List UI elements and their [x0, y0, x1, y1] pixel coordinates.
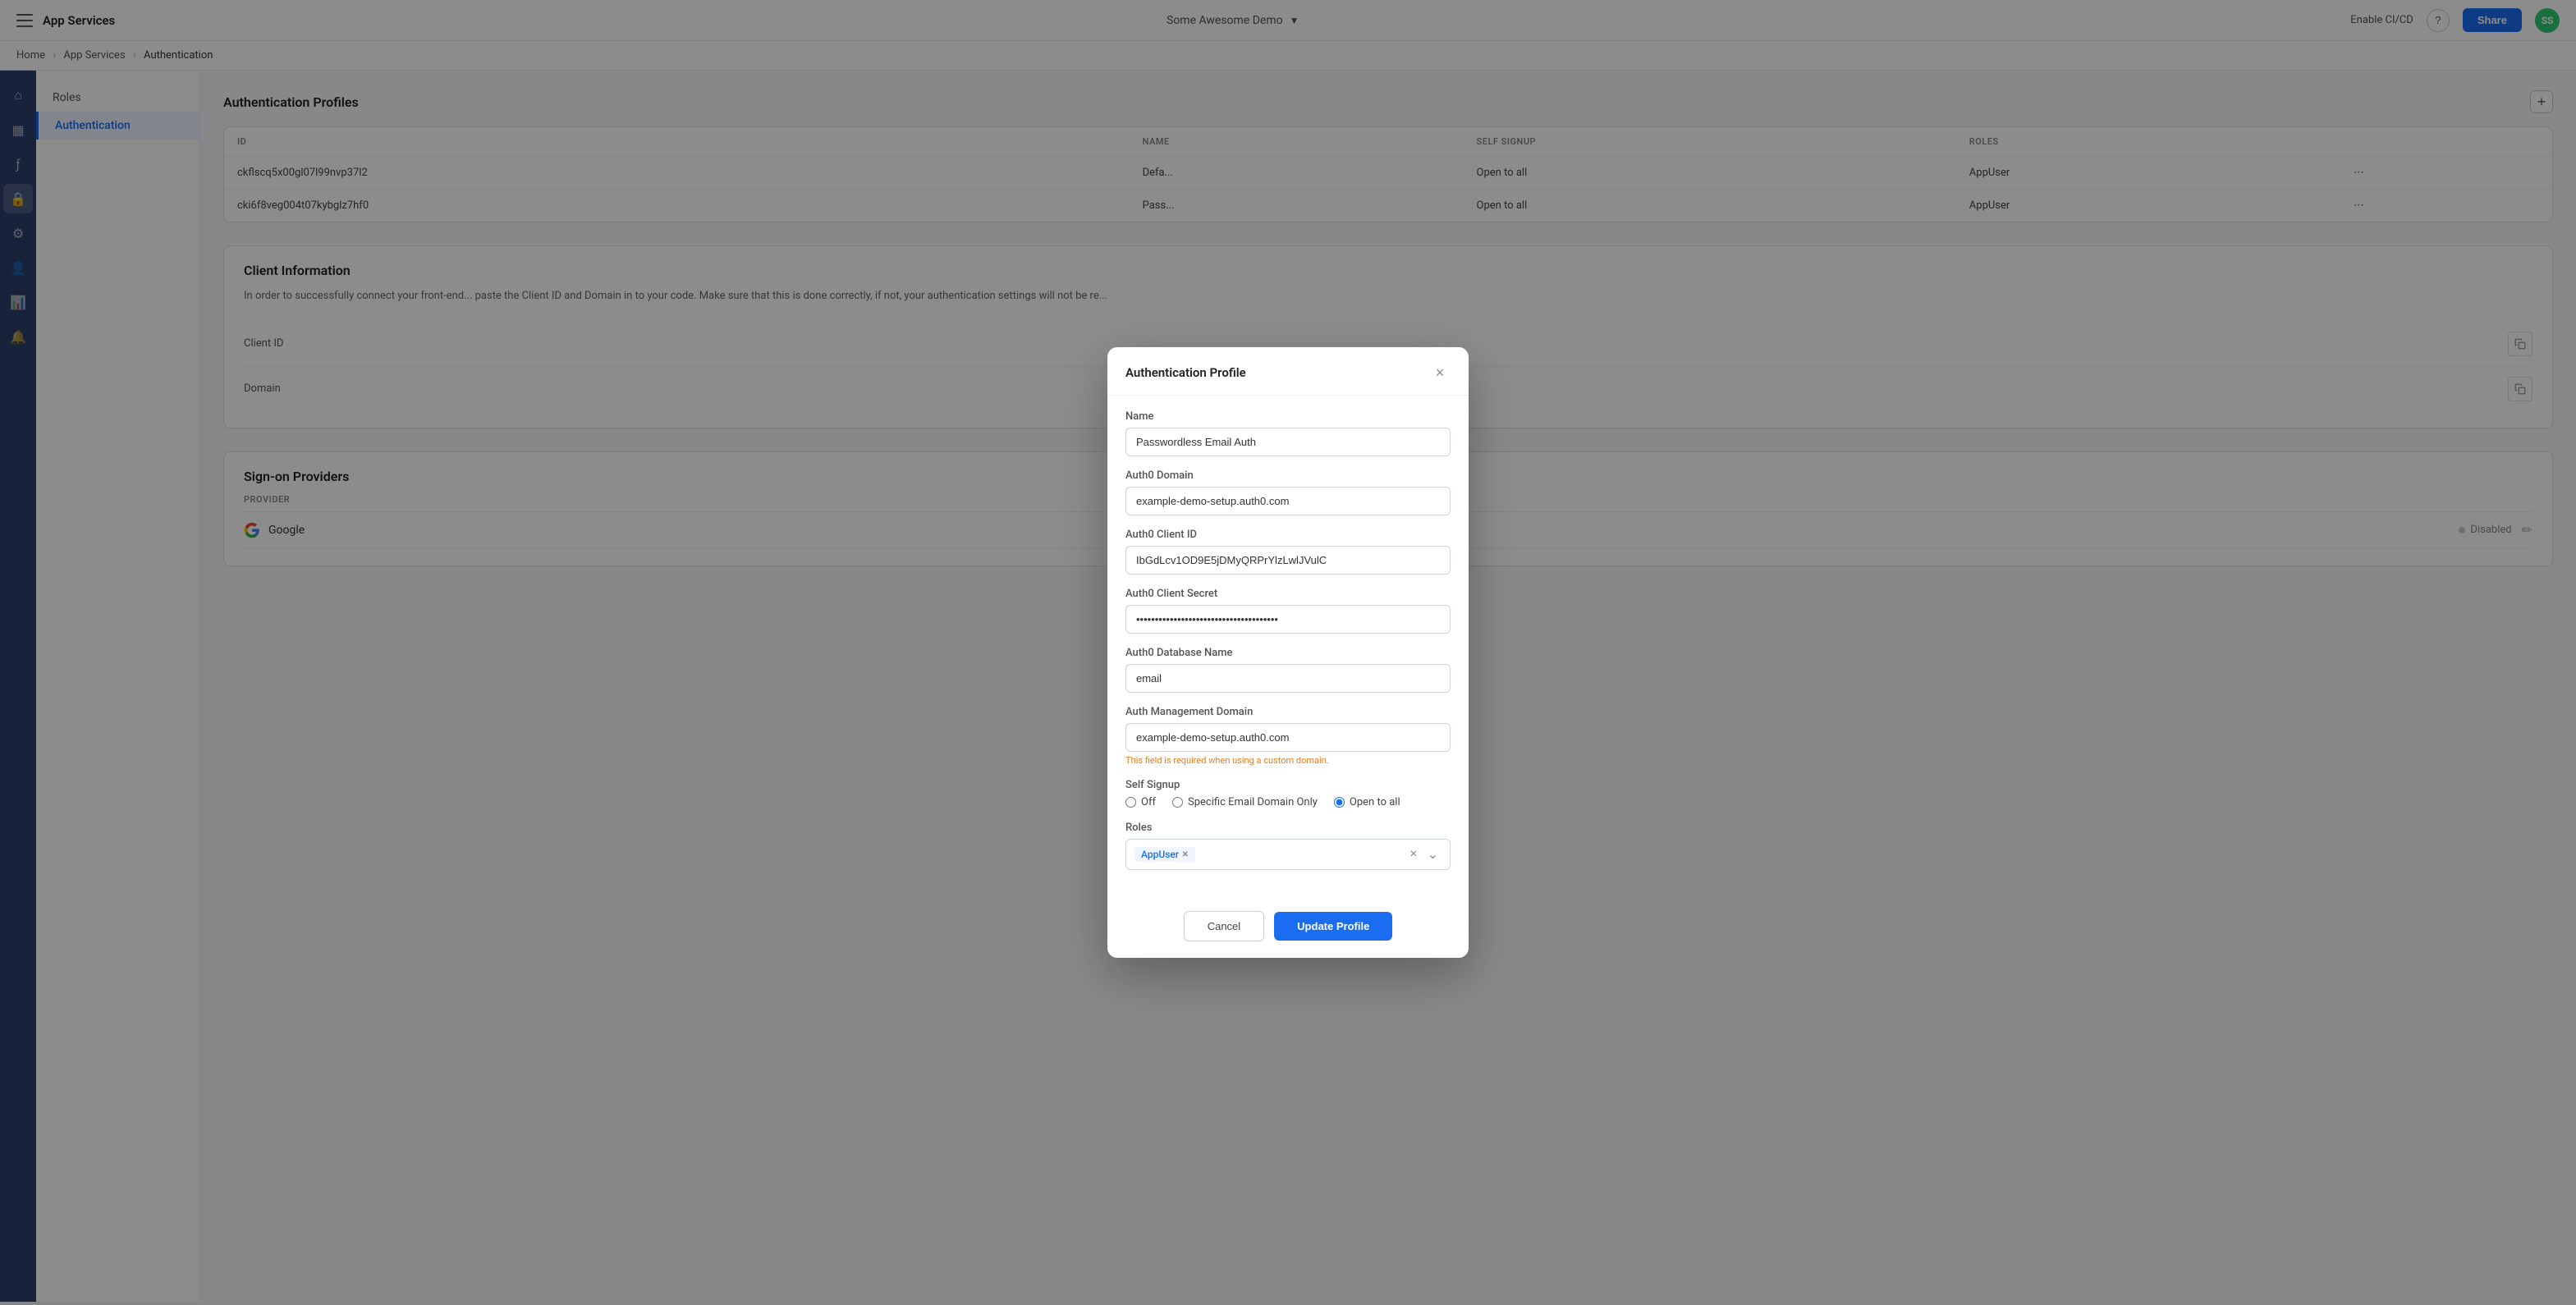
auth0-domain-input[interactable]: [1125, 487, 1451, 515]
auth0-client-secret-input[interactable]: [1125, 605, 1451, 634]
self-signup-specific-label: Specific Email Domain Only: [1188, 796, 1318, 808]
roles-input[interactable]: AppUser × × ⌄: [1125, 839, 1451, 870]
self-signup-specific-option[interactable]: Specific Email Domain Only: [1172, 796, 1318, 808]
self-signup-radio-group: Off Specific Email Domain Only Open to a…: [1125, 796, 1451, 808]
roles-actions: × ⌄: [1406, 846, 1442, 863]
role-tag-appuser: AppUser ×: [1134, 847, 1195, 862]
modal-close-button[interactable]: ×: [1429, 362, 1451, 383]
auth0-client-secret-field-group: Auth0 Client Secret: [1125, 588, 1451, 634]
modal-header: Authentication Profile ×: [1107, 347, 1469, 396]
roles-field-group: Roles AppUser × × ⌄: [1125, 822, 1451, 870]
name-label: Name: [1125, 410, 1451, 423]
auth0-client-secret-label: Auth0 Client Secret: [1125, 588, 1451, 600]
self-signup-open-option[interactable]: Open to all: [1334, 796, 1400, 808]
modal-footer: Cancel Update Profile: [1107, 898, 1469, 958]
update-profile-button[interactable]: Update Profile: [1274, 912, 1392, 941]
auth0-client-id-input[interactable]: [1125, 546, 1451, 575]
auth0-db-name-label: Auth0 Database Name: [1125, 647, 1451, 659]
name-input[interactable]: [1125, 428, 1451, 456]
self-signup-label: Self Signup: [1125, 779, 1451, 791]
auth0-db-name-input[interactable]: [1125, 664, 1451, 693]
name-field-group: Name: [1125, 410, 1451, 456]
self-signup-specific-radio[interactable]: [1172, 797, 1183, 808]
self-signup-off-radio[interactable]: [1125, 797, 1136, 808]
modal-title: Authentication Profile: [1125, 365, 1246, 380]
modal-overlay: Authentication Profile × Name Auth0 Doma…: [0, 0, 2576, 1305]
role-tag-remove[interactable]: ×: [1182, 849, 1188, 860]
auth-mgmt-domain-hint: This field is required when using a cust…: [1125, 755, 1451, 766]
roles-label: Roles: [1125, 822, 1451, 834]
auth0-client-id-label: Auth0 Client ID: [1125, 529, 1451, 541]
auth-mgmt-domain-label: Auth Management Domain: [1125, 706, 1451, 718]
auth-mgmt-domain-input[interactable]: [1125, 723, 1451, 752]
self-signup-off-option[interactable]: Off: [1125, 796, 1156, 808]
authentication-profile-modal: Authentication Profile × Name Auth0 Doma…: [1107, 347, 1469, 958]
auth0-domain-field-group: Auth0 Domain: [1125, 469, 1451, 515]
self-signup-field-group: Self Signup Off Specific Email Domain On…: [1125, 779, 1451, 808]
auth0-domain-label: Auth0 Domain: [1125, 469, 1451, 482]
self-signup-off-label: Off: [1141, 796, 1156, 808]
auth-mgmt-domain-field-group: Auth Management Domain This field is req…: [1125, 706, 1451, 766]
roles-dropdown-button[interactable]: ⌄: [1424, 846, 1442, 863]
roles-clear-button[interactable]: ×: [1406, 846, 1420, 863]
auth0-client-id-field-group: Auth0 Client ID: [1125, 529, 1451, 575]
role-tag-label: AppUser: [1141, 849, 1179, 860]
modal-body: Name Auth0 Domain Auth0 Client ID Auth0 …: [1107, 396, 1469, 898]
self-signup-open-label: Open to all: [1350, 796, 1400, 808]
auth0-db-name-field-group: Auth0 Database Name: [1125, 647, 1451, 693]
self-signup-open-radio[interactable]: [1334, 797, 1345, 808]
cancel-button[interactable]: Cancel: [1184, 911, 1264, 941]
